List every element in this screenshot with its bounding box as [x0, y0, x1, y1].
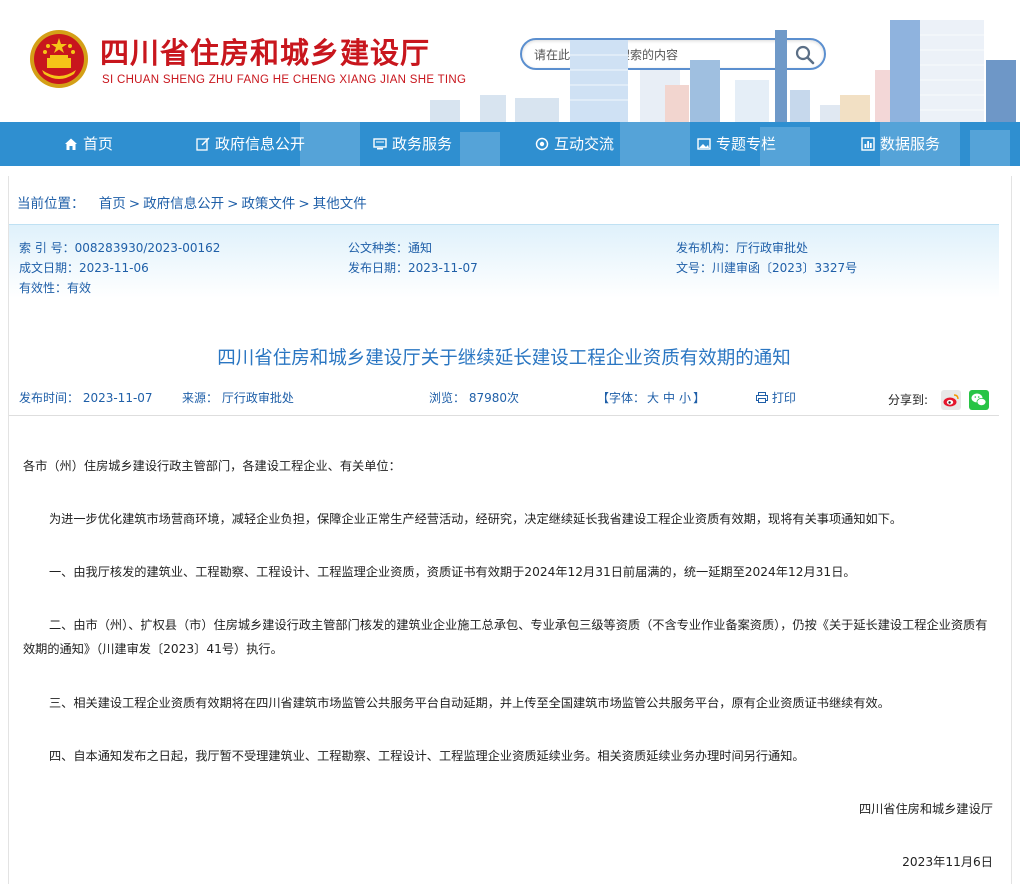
wechat-share-icon[interactable] [969, 390, 989, 410]
signature-date: 2023年11月6日 [902, 855, 993, 869]
paragraph-4: 四、自本通知发布之日起，我厅暂不受理建筑业、工程勘察、工程设计、工程监理企业资质… [49, 749, 805, 763]
interaction-icon [535, 137, 549, 151]
view-count: 浏览： 87980次 [429, 391, 519, 405]
breadcrumb-separator: > [227, 196, 239, 212]
edit-icon [196, 137, 210, 151]
national-emblem-icon [30, 30, 88, 88]
nav-item-gov-info[interactable]: 政府信息公开 [196, 122, 305, 166]
share-label: 分享到: [888, 393, 929, 407]
publish-time: 发布时间： 2023-11-07 [19, 391, 153, 405]
nav-item-label: 专题专栏 [716, 135, 777, 153]
meta-validity: 有效性：有效 [19, 281, 92, 295]
meta-issuer: 发布机构：厅行政审批处 [676, 241, 809, 255]
font-size-label: 【字体： [597, 391, 646, 405]
meta-created-date: 成文日期：2023-11-06 [19, 261, 149, 275]
document-meta: 索 引 号：008283930/2023-00162 公文种类：通知 发布机构：… [9, 224, 999, 298]
nav-item-home[interactable]: 首页 [64, 122, 113, 166]
image-icon [697, 138, 711, 150]
print-label: 打印 [771, 391, 796, 405]
signature: 四川省住房和城乡建设厅 [858, 802, 993, 816]
printer-icon [756, 392, 768, 403]
font-size-bracket: 】 [693, 391, 706, 405]
font-size-control: 【字体：大中小】 [597, 389, 705, 406]
breadcrumb: 当前位置： 首页 > 政府信息公开 > 政策文件 > 其他文件 [17, 192, 367, 212]
salutation: 各市（州）住房城乡建设行政主管部门，各建设工程企业、有关单位： [23, 459, 401, 473]
nav-item-label: 政府信息公开 [215, 135, 306, 153]
site-header: 四川省住房和城乡建设厅 SI CHUAN SHENG ZHU FANG HE C… [0, 0, 1020, 122]
paragraph-3: 三、相关建设工程企业资质有效期将在四川省建筑市场监管公共服务平台自动延期，并上传… [49, 696, 890, 710]
breadcrumb-gov-info[interactable]: 政府信息公开 [143, 196, 224, 212]
monitor-icon [373, 138, 387, 150]
breadcrumb-separator: > [298, 196, 310, 212]
nav-item-label: 政务服务 [392, 135, 453, 153]
main-content: 当前位置： 首页 > 政府信息公开 > 政策文件 > 其他文件 索 引 号：00828393… [8, 176, 1012, 884]
breadcrumb-policy[interactable]: 政策文件 [241, 196, 295, 212]
print-button[interactable]: 打印 [756, 389, 796, 406]
meta-doc-type: 公文种类：通知 [348, 241, 433, 255]
nav-item-data-service[interactable]: 数据服务 [861, 122, 940, 166]
skyline-illustration [430, 20, 1016, 122]
nav-item-gov-service[interactable]: 政务服务 [373, 122, 452, 166]
breadcrumb-separator: > [128, 196, 141, 212]
meta-doc-no: 文号：川建审函〔2023〕3327号 [676, 261, 858, 275]
chart-icon [861, 137, 875, 151]
breadcrumb-other-files[interactable]: 其他文件 [313, 196, 367, 212]
meta-index-no: 索 引 号：008283930/2023-00162 [19, 241, 221, 255]
font-size-large[interactable]: 大 [647, 391, 659, 405]
meta-published-date: 发布日期：2023-11-07 [348, 261, 478, 275]
article-title: 四川省住房和城乡建设厅关于继续延长建设工程企业资质有效期的通知 [217, 348, 791, 369]
paragraph-intro: 为进一步优化建筑市场营商环境，减轻企业负担，保障企业正常生产经营活动，经研究，决… [49, 512, 903, 526]
font-size-medium[interactable]: 中 [663, 391, 675, 405]
breadcrumb-home[interactable]: 首页 [99, 196, 126, 212]
font-size-small[interactable]: 小 [679, 391, 691, 405]
nav-item-label: 互动交流 [554, 135, 615, 153]
main-nav: 首页 政府信息公开 政务服务 互动交流 专题专栏 数据服务 [0, 122, 1020, 166]
weibo-share-icon[interactable] [941, 390, 961, 410]
home-icon [65, 138, 77, 150]
nav-item-label: 首页 [83, 135, 114, 153]
site-pinyin: SI CHUAN SHENG ZHU FANG HE CHENG XIANG J… [102, 74, 467, 86]
breadcrumb-label: 当前位置： [17, 196, 85, 212]
nav-item-label: 数据服务 [880, 135, 941, 153]
site-title: 四川省住房和城乡建设厅 [100, 36, 431, 70]
article-source: 来源： 厅行政审批处 [182, 391, 294, 405]
paragraph-2: 二、由市（州）、扩权县（市）住房城乡建设行政主管部门核发的建筑业企业施工总承包、… [23, 618, 988, 656]
paragraph-1: 一、由我厅核发的建筑业、工程勘察、工程设计、工程监理企业资质，资质证书有效期于2… [49, 565, 856, 579]
nav-item-special-topics[interactable]: 专题专栏 [697, 122, 776, 166]
nav-item-interaction[interactable]: 互动交流 [535, 122, 614, 166]
article-info-bar: 发布时间： 2023-11-07 来源： 厅行政审批处 浏览： 87980次 【… [9, 386, 999, 416]
